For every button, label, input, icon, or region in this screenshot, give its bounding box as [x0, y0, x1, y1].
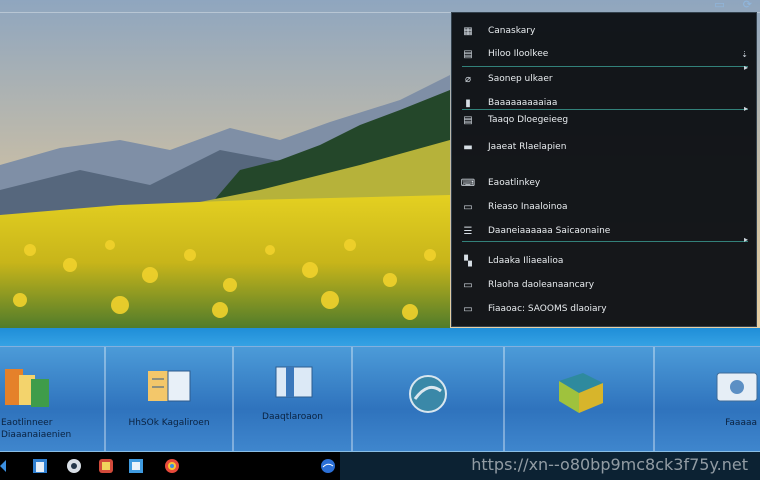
menu-item[interactable]: ☰ Daaneiaaaaaa Saicaonaine: [462, 221, 748, 241]
start-icon[interactable]: [0, 458, 16, 474]
media-icon[interactable]: [66, 458, 82, 474]
menu-item-label: Saonep ulkaer: [488, 74, 553, 84]
calendar-icon: [148, 370, 191, 402]
watermark-url: https://xn--o80bp9mc8ck3f75y.net: [471, 455, 748, 474]
tile-globe[interactable]: [352, 346, 504, 452]
menu-item-label: Jaaeat Rlaelapien: [488, 142, 567, 152]
menu-item[interactable]: ▤ Taaqo Dloegeieeg ▸: [462, 104, 748, 130]
menu-item-label: Daaneiaaaaaa Saicaonaine: [488, 226, 611, 236]
table-icon: ▤: [463, 114, 473, 126]
globe-tray-icon[interactable]: [320, 458, 336, 474]
window-icon: [275, 366, 313, 398]
submenu-arrow-icon: ▸: [743, 235, 748, 244]
menu-item[interactable]: ⌨ Eaoatlinkey: [460, 173, 748, 193]
window-controls: ▭ ⟳: [714, 0, 752, 11]
brush-icon: ⌀: [464, 73, 472, 85]
menu-item-label: Rlaoha daoleanaancary: [488, 280, 595, 290]
tile-window[interactable]: Daaqtlaroaon: [233, 346, 352, 452]
documents-icon: [5, 369, 49, 407]
app-tiles: Eaotlinneer Diaaanaiaenien HhSOk Kagaliro…: [0, 346, 760, 452]
globe-icon: [409, 375, 447, 413]
menu-lines-icon: ☰: [463, 225, 473, 237]
file-explorer-icon[interactable]: [32, 458, 48, 474]
menu-item-label: Rieaso Inaaloinoa: [488, 202, 568, 212]
folder-icon: ▭: [463, 201, 473, 213]
tile-label: Eaotlinneer Diaaanaiaenien: [1, 418, 72, 440]
menu-item[interactable]: ▤ Hiloo Iloolkee ⇣: [462, 44, 748, 64]
chart-icon: ▚: [464, 255, 472, 267]
monitor-icon: ▭: [463, 303, 473, 315]
menu-item[interactable]: ▭ Rlaoha daoleanaancary: [462, 275, 748, 295]
bar-icon: ▮: [465, 97, 471, 109]
refresh-icon[interactable]: ⟳: [743, 0, 752, 11]
tile-label: Faaaaa: [725, 418, 757, 428]
grid-icon: ▦: [463, 25, 473, 37]
submenu-arrow-icon: ⇣: [741, 49, 748, 59]
menu-separator: [462, 66, 748, 67]
window-icon: ▬: [463, 141, 473, 153]
app-icon[interactable]: [98, 458, 114, 474]
menu-item-label: Taaqo Dloegeieeg: [488, 115, 569, 125]
menu-item-label: Fiaaoac: SAOOMS dlaoiary: [488, 304, 607, 314]
browser-icon[interactable]: [164, 458, 180, 474]
tile-label: Daaqtlaroaon: [262, 412, 323, 422]
menu-item[interactable]: ▦ Canaskary: [462, 21, 748, 41]
menu-item-label: Canaskary: [488, 26, 536, 36]
context-menu: ▦ Canaskary ▤ Hiloo Iloolkee ⇣ ⌀ Saonep …: [451, 12, 757, 327]
tile-documents[interactable]: Eaotlinneer Diaaanaiaenien: [0, 346, 105, 452]
tray-icon: ▭: [463, 279, 473, 291]
menu-item-label: Hiloo Iloolkee: [488, 49, 549, 59]
menu-item-label: Baaaaaaaaaiaa: [488, 98, 558, 108]
puzzle-icon: [559, 373, 603, 413]
tile-label: HhSOk Kagaliroen: [128, 418, 210, 428]
menu-item[interactable]: ▭ Rieaso Inaaloinoa: [462, 197, 748, 217]
menu-item[interactable]: ▬ Jaaeat Rlaelapien: [462, 137, 748, 157]
menu-item-label: Eaoatlinkey: [488, 178, 541, 188]
camera-icon: [716, 372, 758, 402]
submenu-arrow-icon: ▸: [743, 63, 748, 72]
tile-camera[interactable]: Faaaaa: [654, 346, 760, 452]
window-icon[interactable]: [128, 458, 144, 474]
keyboard-icon: ⌨: [460, 177, 476, 189]
menu-item[interactable]: ⌀ Saonep ulkaer ▸: [462, 63, 748, 89]
tile-puzzle[interactable]: [504, 346, 654, 452]
tile-calendar[interactable]: HhSOk Kagaliroen: [105, 346, 233, 452]
minimize-icon[interactable]: ▭: [714, 0, 724, 11]
list-icon: ▤: [463, 48, 473, 60]
menu-item[interactable]: ▭ Fiaaoac: SAOOMS dlaoiary: [462, 299, 748, 319]
menu-item[interactable]: ▚ Ldaaka Iliaealioa: [462, 251, 748, 271]
submenu-arrow-icon: ▸: [743, 104, 748, 113]
menu-item-label: Ldaaka Iliaealioa: [488, 256, 564, 266]
